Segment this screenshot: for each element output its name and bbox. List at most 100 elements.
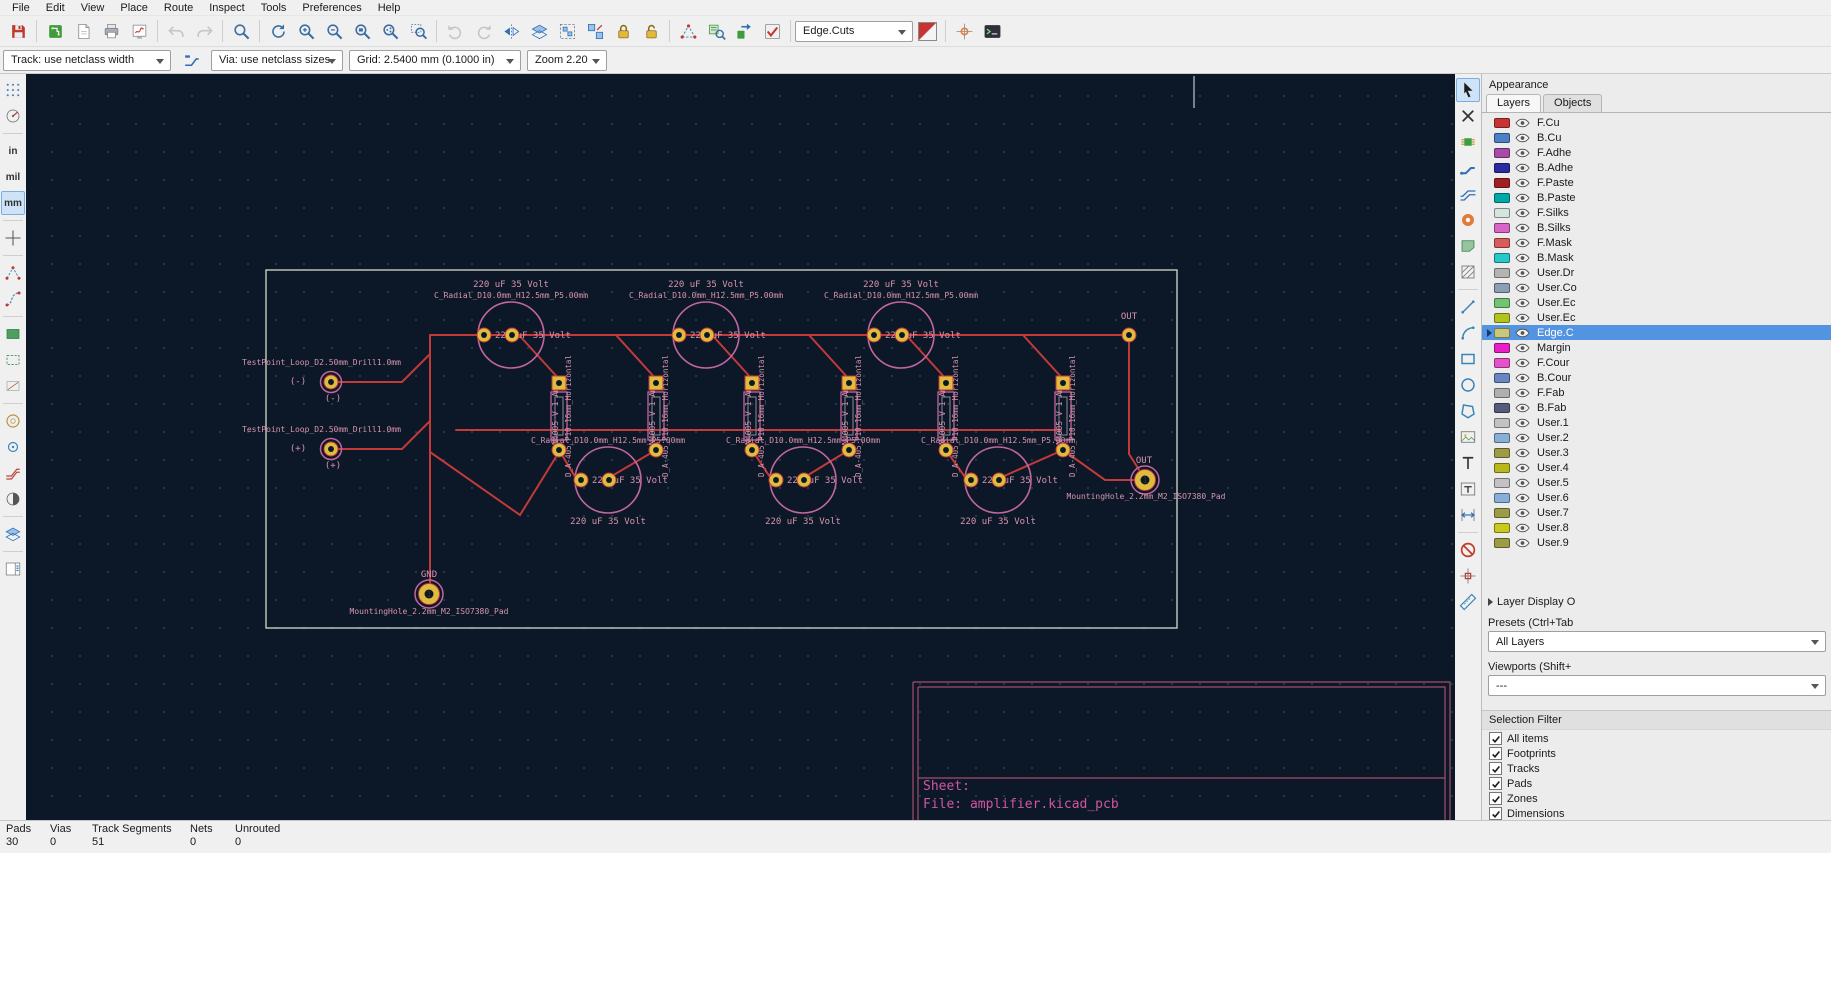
layer-color-swatch[interactable]: [1494, 177, 1510, 188]
add-via-tool[interactable]: [1456, 208, 1480, 232]
layer-row-user-7[interactable]: User.7: [1482, 505, 1831, 520]
add-rule-area-tool[interactable]: [1456, 260, 1480, 284]
active-layer-combo[interactable]: Edge.Cuts: [795, 20, 913, 42]
copper-traces-diode-links[interactable]: [518, 334, 1064, 380]
sketch-vias-toggle[interactable]: [1, 435, 25, 459]
redo-button[interactable]: [191, 18, 217, 44]
layer-visibility-toggle[interactable]: [1515, 477, 1531, 488]
layer-color-swatch[interactable]: [1494, 372, 1510, 383]
layer-color-swatch[interactable]: [1494, 342, 1510, 353]
layer-row-user-1[interactable]: User.1: [1482, 415, 1831, 430]
full-crosshair-toggle[interactable]: [1, 226, 25, 250]
layer-visibility-toggle[interactable]: [1515, 177, 1531, 188]
layer-visibility-toggle[interactable]: [1515, 357, 1531, 368]
menu-file[interactable]: File: [4, 2, 38, 14]
layer-row-user-5[interactable]: User.5: [1482, 475, 1831, 490]
layer-row-f-cu[interactable]: F.Cu: [1482, 115, 1831, 130]
show-ratsnest-button[interactable]: [675, 18, 701, 44]
layer-color-swatch[interactable]: [1494, 357, 1510, 368]
layer-visibility-toggle[interactable]: [1515, 462, 1531, 473]
units-inches-button[interactable]: in: [1, 139, 25, 163]
layers-manager-toggle[interactable]: [1, 557, 25, 581]
mirror-horizontal-button[interactable]: [498, 18, 524, 44]
layer-visibility-toggle[interactable]: [1515, 342, 1531, 353]
grid-origin-tool[interactable]: [1456, 564, 1480, 588]
layer-visibility-toggle[interactable]: [1515, 417, 1531, 428]
zoom-out-button[interactable]: [321, 18, 347, 44]
layer-visibility-toggle[interactable]: [1515, 537, 1531, 548]
presets-combo[interactable]: All Layers: [1488, 631, 1826, 652]
layer-color-swatch[interactable]: [1494, 447, 1510, 458]
layer-visibility-toggle[interactable]: [1515, 447, 1531, 458]
layer-visibility-toggle[interactable]: [1515, 492, 1531, 503]
layer-row-b-fab[interactable]: B.Fab: [1482, 400, 1831, 415]
layer-row-f-adhe[interactable]: F.Adhe: [1482, 145, 1831, 160]
layer-color-swatch[interactable]: [1494, 192, 1510, 203]
layer-color-swatch[interactable]: [1494, 282, 1510, 293]
rotate-cw-button[interactable]: [470, 18, 496, 44]
layer-row-b-silks[interactable]: B.Silks: [1482, 220, 1831, 235]
group-button[interactable]: [554, 18, 580, 44]
layer-visibility-toggle[interactable]: [1515, 132, 1531, 143]
ungroup-button[interactable]: [582, 18, 608, 44]
add-textbox-tool[interactable]: [1456, 477, 1480, 501]
plot-button[interactable]: [126, 18, 152, 44]
layer-visibility-toggle[interactable]: [1515, 282, 1531, 293]
layer-visibility-toggle[interactable]: [1515, 327, 1531, 338]
layer-row-f-silks[interactable]: F.Silks: [1482, 205, 1831, 220]
grid-combo[interactable]: Grid: 2.5400 mm (0.1000 in): [349, 49, 521, 71]
layer-visibility-toggle[interactable]: [1515, 312, 1531, 323]
layer-row-f-cour[interactable]: F.Cour: [1482, 355, 1831, 370]
menu-view[interactable]: View: [73, 2, 113, 14]
layer-row-user-dr[interactable]: User.Dr: [1482, 265, 1831, 280]
layer-row-f-fab[interactable]: F.Fab: [1482, 385, 1831, 400]
menu-route[interactable]: Route: [156, 2, 201, 14]
layer-row-f-mask[interactable]: F.Mask: [1482, 235, 1831, 250]
high-contrast-toggle[interactable]: [1, 487, 25, 511]
zoom-objects-button[interactable]: [377, 18, 403, 44]
layer-color-swatch[interactable]: [1494, 432, 1510, 443]
layer-visibility-toggle[interactable]: [1515, 402, 1531, 413]
layer-color-swatch[interactable]: [1494, 462, 1510, 473]
track-width-combo[interactable]: Track: use netclass width: [3, 49, 171, 71]
zone-fill-mode-button[interactable]: [1, 322, 25, 346]
layer-row-user-9[interactable]: User.9: [1482, 535, 1831, 550]
rotate-ccw-button[interactable]: [442, 18, 468, 44]
layer-color-swatch[interactable]: [1494, 132, 1510, 143]
add-text-tool[interactable]: [1456, 451, 1480, 475]
units-mm-button[interactable]: mm: [1, 191, 25, 215]
layer-visibility-toggle[interactable]: [1515, 387, 1531, 398]
units-mils-button[interactable]: mil: [1, 165, 25, 189]
layer-visibility-toggle[interactable]: [1515, 222, 1531, 233]
filter-zones[interactable]: Zones: [1489, 792, 1831, 805]
layer-visibility-toggle[interactable]: [1515, 372, 1531, 383]
polar-coordinates-toggle[interactable]: [1, 104, 25, 128]
drc-button[interactable]: [759, 18, 785, 44]
footprint-checker-button[interactable]: [703, 18, 729, 44]
layer-visibility-toggle[interactable]: [1515, 237, 1531, 248]
menu-edit[interactable]: Edit: [38, 2, 73, 14]
draw-rectangle-tool[interactable]: [1456, 347, 1480, 371]
delete-tool[interactable]: [1456, 538, 1480, 562]
checkbox[interactable]: [1489, 732, 1502, 745]
layer-color-swatch[interactable]: [1494, 252, 1510, 263]
layer-color-swatch[interactable]: [1494, 522, 1510, 533]
layer-color-swatch[interactable]: [1494, 402, 1510, 413]
layer-visibility-toggle[interactable]: [1515, 297, 1531, 308]
zone-outline-mode-button[interactable]: [1, 348, 25, 372]
layer-visibility-toggle[interactable]: [1515, 192, 1531, 203]
layer-row-b-mask[interactable]: B.Mask: [1482, 250, 1831, 265]
layer-row-user-3[interactable]: User.3: [1482, 445, 1831, 460]
layer-row-edge-c[interactable]: Edge.C: [1482, 325, 1831, 340]
highlight-net-tool[interactable]: [1456, 104, 1480, 128]
grid-visibility-toggle[interactable]: [1, 78, 25, 102]
draw-circle-tool[interactable]: [1456, 373, 1480, 397]
tab-layers[interactable]: Layers: [1486, 94, 1542, 112]
zoom-selection-button[interactable]: [405, 18, 431, 44]
layer-visibility-toggle[interactable]: [1515, 522, 1531, 533]
layer-row-user-4[interactable]: User.4: [1482, 460, 1831, 475]
layer-visibility-toggle[interactable]: [1515, 267, 1531, 278]
save-button[interactable]: [5, 18, 31, 44]
filter-all-items[interactable]: All items: [1489, 732, 1831, 745]
layer-row-user-ec[interactable]: User.Ec: [1482, 310, 1831, 325]
